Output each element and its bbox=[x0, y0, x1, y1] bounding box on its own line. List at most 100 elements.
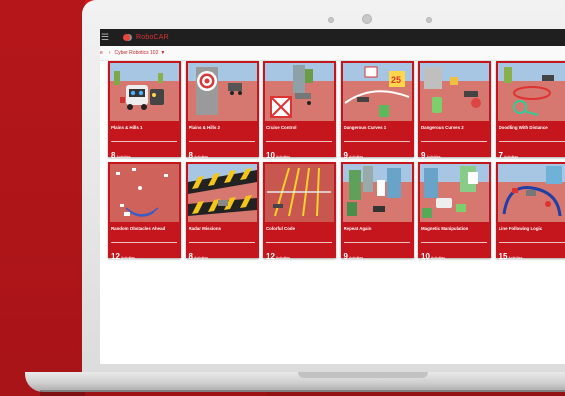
laptop-notch bbox=[298, 372, 428, 378]
activity-count-unit: Activities bbox=[193, 256, 209, 260]
hamburger-icon[interactable]: ☰ bbox=[101, 33, 111, 42]
activity-count-number: 8 bbox=[188, 151, 193, 160]
activity-count: 9Activities bbox=[344, 246, 364, 264]
course-thumbnail bbox=[110, 164, 179, 222]
activity-count-number: 9 bbox=[343, 151, 348, 160]
activity-count-unit: Activities bbox=[193, 155, 209, 159]
activity-count: 8Activities bbox=[189, 145, 209, 163]
activity-count: 8Activities bbox=[111, 145, 131, 163]
laptop-sensor-right bbox=[426, 17, 432, 23]
activity-count-unit: Activities bbox=[275, 256, 291, 260]
course-card[interactable]: Colorful Code 12Activities bbox=[263, 162, 336, 261]
course-title: Line Following Logic bbox=[498, 226, 543, 231]
card-divider bbox=[498, 242, 565, 243]
course-title: Colorful Code bbox=[266, 226, 296, 231]
activity-count-number: 10 bbox=[266, 151, 275, 160]
course-title: Plains & Hills 2 bbox=[188, 125, 220, 130]
card-divider bbox=[343, 242, 410, 243]
brand-logo[interactable]: RoboCAR bbox=[123, 34, 169, 41]
app-topbar: ☰ RoboCAR bbox=[100, 29, 565, 46]
course-card[interactable]: 25 Dangerous Curves 1 9Activities bbox=[340, 61, 414, 160]
activity-count-number: 7 bbox=[498, 151, 503, 160]
course-title: Radar Missions bbox=[188, 226, 221, 231]
chevron-right-icon: › bbox=[108, 50, 111, 56]
course-thumbnail bbox=[187, 164, 257, 222]
card-divider bbox=[111, 141, 177, 142]
laptop-screen: ☰ RoboCAR e › Cyber Robotics 102 ▼ Plain… bbox=[100, 29, 565, 364]
activity-count-unit: Activities bbox=[508, 256, 523, 260]
robocar-logo-icon bbox=[123, 34, 130, 41]
course-card[interactable]: Line Following Logic 15Activities bbox=[495, 162, 565, 261]
course-thumbnail bbox=[265, 63, 334, 121]
card-divider bbox=[111, 242, 177, 243]
course-title: Repeat Again bbox=[343, 226, 372, 231]
course-thumbnail bbox=[110, 63, 179, 121]
card-divider bbox=[421, 242, 487, 243]
course-card[interactable]: Plains & Hills 2 8Activities bbox=[185, 61, 259, 160]
activity-count-unit: Activities bbox=[275, 155, 291, 159]
course-thumbnail bbox=[342, 164, 412, 222]
course-title: Dangerous Curves 2 bbox=[421, 125, 464, 130]
breadcrumb-course[interactable]: Cyber Robotics 102 bbox=[114, 50, 158, 56]
activity-count: 9Activities bbox=[421, 145, 441, 163]
course-title: Cruise Control bbox=[266, 125, 297, 130]
course-card[interactable]: Dangerous Curves 2 9Activities bbox=[418, 61, 491, 160]
card-divider bbox=[498, 141, 565, 142]
course-title: Magnetic Manipulation bbox=[421, 226, 469, 231]
card-divider bbox=[421, 141, 487, 142]
activity-count: 9Activities bbox=[344, 145, 364, 163]
activity-count-number: 9 bbox=[421, 151, 426, 160]
course-thumbnail bbox=[420, 164, 489, 222]
activity-count: 10Activities bbox=[421, 246, 445, 264]
course-card[interactable]: Doodling With Distance 7Activities bbox=[495, 61, 565, 160]
course-card[interactable]: Magnetic Manipulation 10Activities bbox=[418, 162, 491, 261]
activity-count-unit: Activities bbox=[503, 155, 519, 159]
course-title: Random Obstacles Ahead bbox=[111, 226, 166, 231]
activity-count: 8Activities bbox=[189, 246, 209, 264]
activity-count-number: 8 bbox=[111, 151, 116, 160]
activity-count-unit: Activities bbox=[348, 256, 364, 260]
course-card[interactable]: Random Obstacles Ahead 12Activities bbox=[108, 162, 181, 261]
activity-count-number: 15 bbox=[498, 252, 508, 261]
course-thumbnail: 25 bbox=[342, 63, 412, 121]
breadcrumb: e › Cyber Robotics 102 ▼ bbox=[100, 46, 565, 61]
activity-count-unit: Activities bbox=[430, 256, 446, 260]
course-card[interactable]: Plains & Hills 1 8Activities bbox=[108, 61, 181, 160]
activity-count-number: 8 bbox=[188, 252, 193, 261]
activity-count-unit: Activities bbox=[426, 155, 441, 159]
breadcrumb-home[interactable]: e bbox=[100, 50, 103, 56]
caret-down-icon[interactable]: ▼ bbox=[160, 50, 165, 56]
activity-count: 7Activities bbox=[499, 145, 519, 163]
laptop-sensor-left bbox=[328, 17, 334, 23]
course-thumbnail bbox=[497, 63, 565, 121]
svg-text:25: 25 bbox=[391, 75, 401, 85]
course-title: Plains & Hills 1 bbox=[111, 125, 143, 130]
course-thumbnail bbox=[265, 164, 334, 222]
course-thumbnail bbox=[497, 164, 565, 222]
activity-count: 12Activities bbox=[111, 246, 135, 264]
activity-count-number: 10 bbox=[421, 252, 430, 261]
course-thumbnail bbox=[420, 63, 489, 121]
course-title: Dangerous Curves 1 bbox=[343, 125, 387, 130]
course-title: Doodling With Distance bbox=[498, 125, 548, 130]
laptop-shadow bbox=[40, 390, 565, 396]
course-thumbnail bbox=[187, 63, 257, 121]
activity-count: 15Activities bbox=[499, 246, 523, 264]
card-divider bbox=[188, 141, 255, 142]
laptop-base bbox=[25, 372, 565, 392]
activity-count-number: 12 bbox=[266, 252, 275, 261]
activity-count-number: 9 bbox=[343, 252, 348, 261]
card-divider bbox=[343, 141, 410, 142]
course-card[interactable]: Cruise Control 10Activities bbox=[263, 61, 336, 160]
activity-count-unit: Activities bbox=[116, 155, 131, 159]
course-card[interactable]: Repeat Again 9Activities bbox=[340, 162, 414, 261]
activity-count-unit: Activities bbox=[120, 256, 136, 260]
activity-count: 10Activities bbox=[266, 145, 290, 163]
brand-name: RoboCAR bbox=[136, 34, 169, 41]
activity-count: 12Activities bbox=[266, 246, 290, 264]
card-divider bbox=[266, 141, 332, 142]
activity-count-number: 12 bbox=[111, 252, 120, 261]
laptop-camera bbox=[362, 14, 372, 24]
course-card[interactable]: Radar Missions 8Activities bbox=[185, 162, 259, 261]
card-divider bbox=[188, 242, 255, 243]
